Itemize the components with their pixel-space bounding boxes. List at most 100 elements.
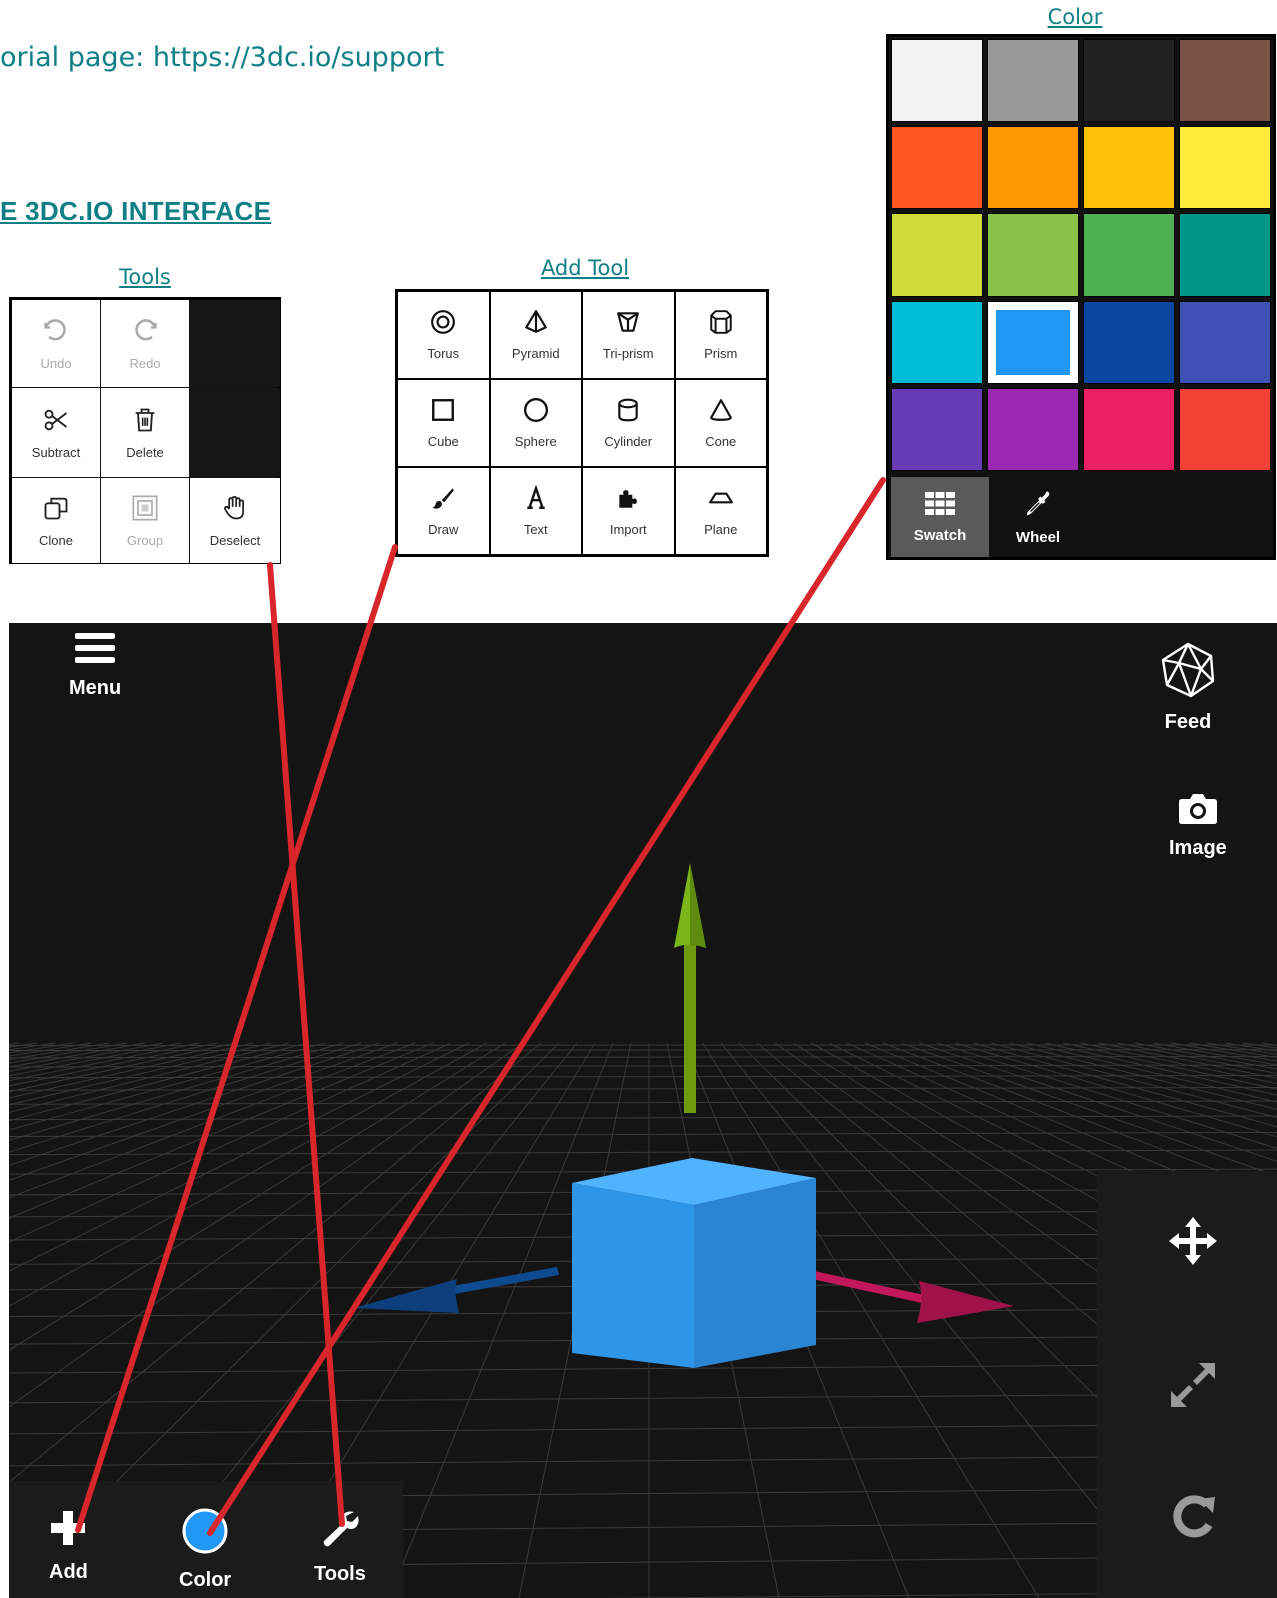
- image-button[interactable]: Image: [1169, 791, 1227, 860]
- color-swatch[interactable]: [891, 126, 983, 210]
- add-torus-button[interactable]: Torus: [398, 292, 489, 378]
- add-button[interactable]: Add: [49, 1509, 88, 1584]
- color-swatch[interactable]: [1179, 213, 1271, 297]
- color-swatch[interactable]: [1083, 387, 1175, 471]
- add-cone-button[interactable]: Cone: [675, 380, 766, 466]
- transform-toolbar: [1097, 1171, 1277, 1598]
- color-swatch[interactable]: [987, 126, 1079, 210]
- section-heading: E 3DC.IO INTERFACE: [0, 196, 272, 226]
- text-icon: [523, 484, 549, 514]
- color-panel-caption: Color: [1047, 5, 1103, 29]
- text-label: Text: [523, 522, 548, 537]
- grid-icon: [924, 491, 956, 521]
- menu-button[interactable]: Menu: [69, 631, 121, 700]
- add-triprism-button[interactable]: Tri-prism: [583, 292, 674, 378]
- group-button[interactable]: Group: [101, 478, 189, 563]
- subtract-label: Subtract: [31, 444, 81, 460]
- plane-label: Plane: [704, 522, 738, 537]
- eyedropper-icon: [1023, 489, 1053, 523]
- menu-label: Menu: [69, 677, 122, 699]
- rotate-tool-button[interactable]: [1169, 1491, 1219, 1545]
- deselect-button[interactable]: Deselect: [190, 478, 280, 563]
- subtract-button[interactable]: Subtract: [12, 388, 100, 477]
- image-label: Image: [1169, 837, 1227, 859]
- prism-label: Prism: [704, 346, 738, 361]
- color-swatch[interactable]: [1179, 387, 1271, 471]
- add-draw-button[interactable]: Draw: [398, 468, 489, 554]
- color-swatch[interactable]: [1083, 300, 1175, 384]
- cylinder-label: Cylinder: [604, 434, 653, 449]
- undo-label: Undo: [40, 355, 72, 371]
- bottom-toolbar: Add Color Tools: [9, 1481, 403, 1598]
- y-axis-arrow[interactable]: [674, 863, 706, 1113]
- color-swatch[interactable]: [987, 39, 1079, 123]
- prism-icon: [708, 309, 734, 338]
- add-pyramid-button[interactable]: Pyramid: [490, 292, 581, 378]
- group-label: Group: [126, 532, 164, 548]
- color-swatch[interactable]: [987, 387, 1079, 471]
- torus-label: Torus: [427, 346, 460, 361]
- tools-panel-empty-cell: [190, 388, 280, 477]
- color-circle-icon: [181, 1507, 229, 1561]
- torus-icon: [430, 309, 456, 338]
- color-swatch[interactable]: [1179, 300, 1271, 384]
- hand-icon: [221, 494, 249, 525]
- delete-button[interactable]: Delete: [101, 388, 189, 477]
- add-plane-button[interactable]: Plane: [675, 468, 766, 554]
- color-swatch[interactable]: [891, 213, 983, 297]
- color-label: Color: [179, 1569, 232, 1591]
- add-sphere-button[interactable]: Sphere: [490, 380, 581, 466]
- tools-button[interactable]: Tools: [314, 1509, 366, 1586]
- cube-icon: [430, 397, 456, 426]
- trash-icon: [131, 406, 159, 437]
- redo-icon: [131, 317, 159, 348]
- tab-wheel[interactable]: Wheel: [989, 477, 1087, 557]
- add-prism-button[interactable]: Prism: [675, 292, 766, 378]
- color-swatch[interactable]: [1179, 39, 1271, 123]
- scale-tool-button[interactable]: [1167, 1359, 1219, 1415]
- clone-label: Clone: [39, 532, 73, 548]
- deselect-label: Deselect: [209, 532, 261, 548]
- pyramid-icon: [523, 309, 549, 338]
- feed-button[interactable]: Feed: [1159, 641, 1217, 734]
- add-text-button[interactable]: Text: [490, 468, 581, 554]
- color-swatch[interactable]: [987, 213, 1079, 297]
- add-label: Add: [49, 1561, 88, 1583]
- tools-panel: Undo Redo Subtract Delete Clone Group De…: [9, 297, 281, 564]
- redo-label: Redo: [129, 355, 161, 371]
- add-cube-button[interactable]: Cube: [398, 380, 489, 466]
- plus-icon: [49, 1509, 87, 1553]
- color-swatch[interactable]: [1179, 126, 1271, 210]
- color-button[interactable]: Color: [179, 1507, 231, 1592]
- tab-wheel-label: Wheel: [1015, 528, 1061, 546]
- camera-icon: [1178, 791, 1218, 831]
- tab-swatch[interactable]: Swatch: [891, 477, 989, 557]
- undo-button[interactable]: Undo: [12, 300, 100, 387]
- tools-panel-caption: Tools: [119, 265, 171, 289]
- color-mode-tabs: Swatch Wheel: [891, 477, 1087, 557]
- x-axis-arrow[interactable]: [812, 1271, 1014, 1323]
- sphere-icon: [523, 397, 549, 426]
- z-axis-arrow[interactable]: [354, 1267, 559, 1313]
- transform-gizmo[interactable]: [9, 623, 1277, 1598]
- redo-button[interactable]: Redo: [101, 300, 189, 387]
- color-swatch[interactable]: [891, 300, 983, 384]
- cube-label: Cube: [427, 434, 459, 449]
- color-swatch[interactable]: [1083, 39, 1175, 123]
- rotate-icon: [1169, 1495, 1219, 1545]
- color-swatch[interactable]: [891, 387, 983, 471]
- add-panel-caption: Add Tool: [540, 256, 630, 280]
- color-swatch[interactable]: [891, 39, 983, 123]
- feed-label: Feed: [1164, 711, 1212, 733]
- move-tool-button[interactable]: [1165, 1213, 1221, 1273]
- clone-button[interactable]: Clone: [12, 478, 100, 563]
- color-swatch[interactable]: [987, 300, 1079, 384]
- color-swatch[interactable]: [1083, 213, 1175, 297]
- 3d-viewport[interactable]: Menu Feed Image Add Color Tools: [9, 623, 1277, 1598]
- plane-icon: [708, 485, 734, 514]
- blue-cube[interactable]: [572, 1158, 816, 1368]
- color-swatch[interactable]: [1083, 126, 1175, 210]
- add-cylinder-button[interactable]: Cylinder: [583, 380, 674, 466]
- add-import-button[interactable]: Import: [583, 468, 674, 554]
- tab-swatch-label: Swatch: [913, 526, 967, 544]
